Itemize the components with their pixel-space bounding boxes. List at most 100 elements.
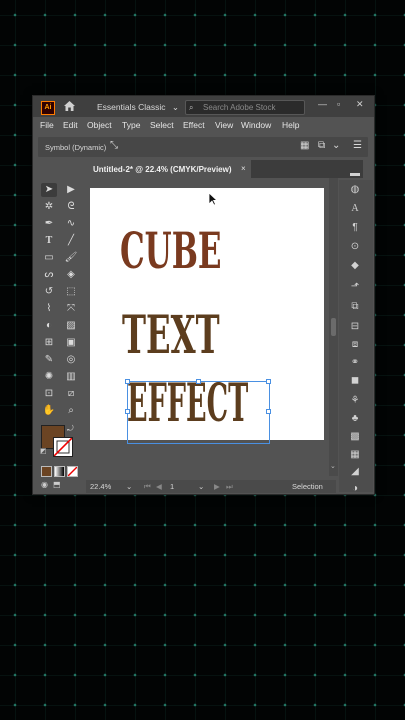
vertical-scrollbar[interactable]: ⌄ bbox=[329, 178, 338, 476]
zoom-level[interactable]: 22.4% bbox=[90, 482, 111, 491]
transform-icon[interactable]: ⧉ bbox=[347, 300, 363, 314]
shaper-icon[interactable]: ᔕ bbox=[41, 268, 57, 282]
rotate-icon[interactable]: ↺ bbox=[41, 285, 57, 299]
selection-handle[interactable] bbox=[125, 409, 130, 414]
arrange-documents-icon[interactable]: ▦ bbox=[300, 140, 309, 151]
maximize-icon[interactable]: ▫ bbox=[337, 99, 340, 109]
gradient-mode-icon[interactable] bbox=[54, 466, 65, 477]
warp-icon[interactable]: ⌇ bbox=[41, 302, 57, 316]
menu-file[interactable]: File bbox=[40, 120, 54, 130]
shape-builder-icon[interactable]: ◐ bbox=[41, 319, 57, 333]
canvas-area[interactable]: CUBE TEXT EFFECT bbox=[86, 178, 329, 476]
column-graph-icon[interactable]: ▥ bbox=[63, 370, 79, 384]
stroke-swatch[interactable] bbox=[53, 437, 73, 457]
none-mode-icon[interactable] bbox=[67, 466, 78, 477]
line-segment-icon[interactable]: ╱ bbox=[63, 234, 79, 248]
screen-mode-icon[interactable]: ⬒ bbox=[53, 480, 61, 489]
selection-tool-icon[interactable]: ➤ bbox=[41, 183, 57, 197]
paintbrush-icon[interactable]: 🖌 bbox=[63, 251, 79, 265]
hand-icon[interactable]: ✋ bbox=[41, 404, 57, 418]
lasso-icon[interactable]: ᘓ bbox=[63, 200, 79, 214]
artboard-dropdown-icon[interactable]: ⌄ bbox=[198, 482, 204, 491]
home-icon[interactable] bbox=[63, 100, 76, 114]
selection-handle[interactable] bbox=[125, 379, 130, 384]
edit-symbol-icon[interactable]: ⤡ bbox=[110, 140, 118, 151]
gradient-icon[interactable]: ▣ bbox=[63, 336, 79, 350]
artboard[interactable]: CUBE TEXT EFFECT bbox=[90, 188, 324, 444]
graphic-styles-icon[interactable]: ▩ bbox=[347, 430, 363, 444]
close-window-icon[interactable]: ✕ bbox=[356, 99, 364, 110]
stroke-icon[interactable]: ◢ bbox=[347, 465, 363, 479]
menu-select[interactable]: Select bbox=[150, 120, 174, 130]
first-artboard-icon[interactable]: ⏮ bbox=[144, 482, 151, 492]
export-icon[interactable]: ⬏ bbox=[347, 280, 363, 294]
artboard-text-line-1[interactable]: CUBE bbox=[120, 226, 222, 276]
artboard-number[interactable]: 1 bbox=[170, 482, 174, 491]
color-panel-icon[interactable]: ▬ bbox=[347, 167, 363, 181]
selection-bounding-box[interactable] bbox=[127, 381, 270, 444]
close-tab-icon[interactable]: × bbox=[241, 164, 246, 173]
artboard-icon[interactable]: ⊡ bbox=[41, 387, 57, 401]
selection-handle[interactable] bbox=[266, 379, 271, 384]
last-artboard-icon[interactable]: ⏭ bbox=[226, 482, 233, 492]
curvature-icon[interactable]: ∿ bbox=[63, 217, 79, 231]
artboard-text-line-2[interactable]: TEXT bbox=[122, 310, 220, 362]
scroll-down-icon[interactable]: ⌄ bbox=[330, 462, 336, 470]
character-icon[interactable]: A bbox=[347, 202, 363, 216]
appearance-icon[interactable]: ◼ bbox=[347, 374, 363, 388]
color-guide-icon[interactable]: ◍ bbox=[347, 183, 363, 197]
menu-object[interactable]: Object bbox=[87, 120, 112, 130]
panel-menu-icon[interactable]: ☰ bbox=[353, 140, 362, 151]
transparency-icon[interactable]: ◑ bbox=[347, 482, 363, 496]
menu-type[interactable]: Type bbox=[122, 120, 140, 130]
zoom-dropdown-icon[interactable]: ⌄ bbox=[126, 482, 132, 491]
layers-icon[interactable]: ◆ bbox=[347, 259, 363, 273]
type-icon[interactable]: T bbox=[41, 234, 57, 248]
perspective-grid-icon[interactable]: ▨ bbox=[63, 319, 79, 333]
free-transform-icon[interactable]: ⤧ bbox=[63, 302, 79, 316]
selection-type-label: Symbol (Dynamic) bbox=[45, 143, 107, 152]
links-icon[interactable]: ⚭ bbox=[347, 356, 363, 370]
workspace-switcher[interactable]: Essentials Classic ⌄ bbox=[97, 102, 179, 113]
swap-fill-stroke-icon[interactable]: ⤾ bbox=[67, 424, 74, 434]
search-stock-input[interactable]: ⌕ Search Adobe Stock bbox=[185, 100, 305, 115]
scrollbar-thumb[interactable] bbox=[331, 318, 336, 336]
zoom-icon[interactable]: ⌕ bbox=[63, 404, 79, 418]
selection-handle[interactable] bbox=[196, 379, 201, 384]
slice-icon[interactable]: ⧄ bbox=[63, 387, 79, 401]
illustrator-window: Ai Essentials Classic ⌄ ⌕ Search Adobe S… bbox=[32, 95, 375, 495]
mesh-icon[interactable]: ⊞ bbox=[41, 336, 57, 350]
symbols-icon[interactable]: ♣ bbox=[347, 412, 363, 426]
swatches-icon[interactable]: ▦ bbox=[347, 448, 363, 462]
menu-window[interactable]: Window bbox=[241, 120, 271, 130]
paragraph-icon[interactable]: ¶ bbox=[347, 221, 363, 235]
chevron-down-icon[interactable]: ⌄ bbox=[332, 140, 340, 151]
pathfinder-icon[interactable]: ⧈ bbox=[347, 338, 363, 352]
document-tab[interactable]: Untitled-2* @ 22.4% (CMYK/Preview) × bbox=[86, 160, 251, 178]
default-colors-icon[interactable]: ◩ bbox=[40, 447, 47, 455]
minimize-icon[interactable]: — bbox=[318, 99, 327, 109]
direct-selection-tool-icon[interactable]: ▶ bbox=[63, 183, 79, 197]
menu-edit[interactable]: Edit bbox=[63, 120, 78, 130]
menu-help[interactable]: Help bbox=[282, 120, 299, 130]
pen-icon[interactable]: ✒ bbox=[41, 217, 57, 231]
eyedropper-icon[interactable]: ✎ bbox=[41, 353, 57, 367]
previous-artboard-icon[interactable]: ◀ bbox=[156, 482, 162, 491]
next-artboard-icon[interactable]: ▶ bbox=[214, 482, 220, 491]
color-mode-icon[interactable] bbox=[41, 466, 52, 477]
brushes-icon[interactable]: ⚘ bbox=[347, 394, 363, 408]
properties-icon[interactable]: ⧉ bbox=[318, 140, 325, 151]
align-icon[interactable]: ⊟ bbox=[347, 320, 363, 334]
draw-mode-icon[interactable]: ◉ bbox=[41, 480, 48, 489]
blend-icon[interactable]: ◎ bbox=[63, 353, 79, 367]
symbol-sprayer-icon[interactable]: ✺ bbox=[41, 370, 57, 384]
menu-effect[interactable]: Effect bbox=[183, 120, 205, 130]
ai-logo: Ai bbox=[41, 101, 55, 115]
selection-handle[interactable] bbox=[266, 409, 271, 414]
opentype-icon[interactable]: ⊙ bbox=[347, 240, 363, 254]
rectangle-icon[interactable]: ▭ bbox=[41, 251, 57, 265]
eraser-icon[interactable]: ◈ bbox=[63, 268, 79, 282]
menu-view[interactable]: View bbox=[215, 120, 233, 130]
scale-icon[interactable]: ⬚ bbox=[63, 285, 79, 299]
magic-wand-icon[interactable]: ✲ bbox=[41, 200, 57, 214]
